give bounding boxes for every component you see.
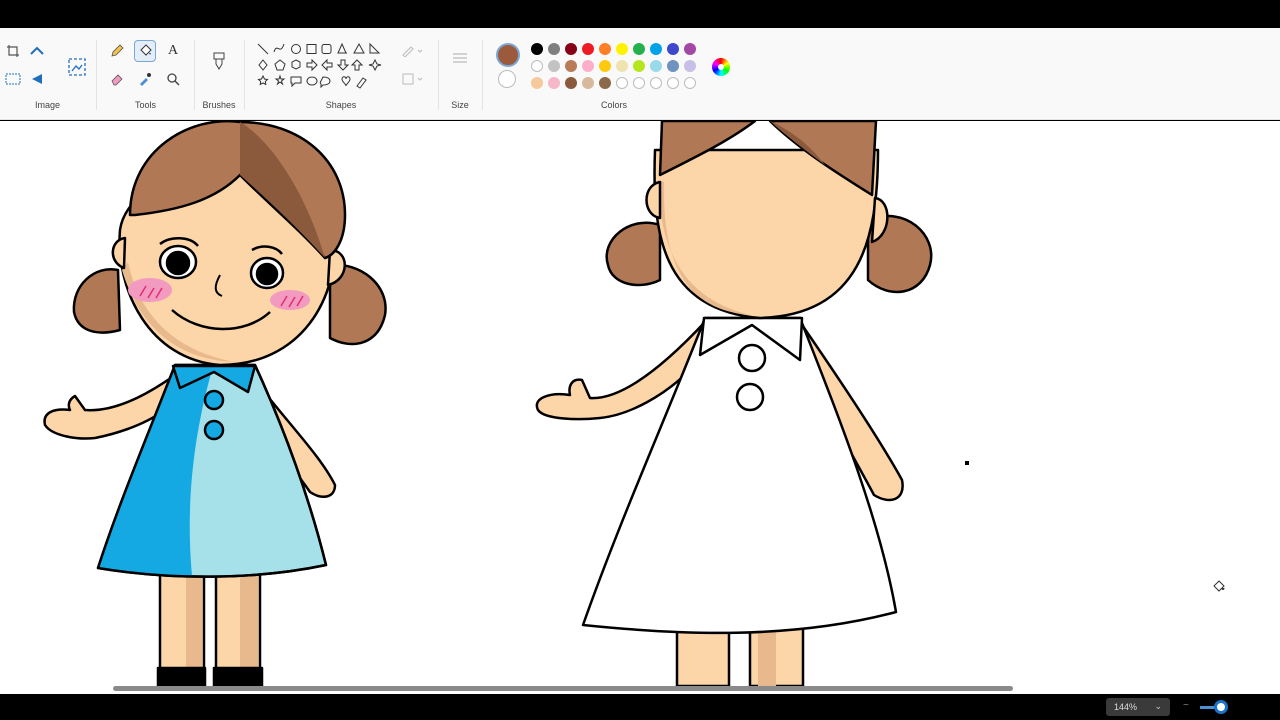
- zoom-level-dropdown[interactable]: 144% ⌄: [1106, 698, 1170, 716]
- tools-group: A Tools: [98, 28, 193, 120]
- palette-swatch[interactable]: [599, 77, 611, 89]
- crop-icon[interactable]: [2, 40, 24, 62]
- palette-swatch[interactable]: [582, 77, 594, 89]
- palette-swatch[interactable]: [667, 60, 679, 72]
- size-group: Size: [440, 28, 480, 120]
- chevron-down-icon: ⌄: [1154, 701, 1162, 711]
- palette-swatch[interactable]: [548, 77, 560, 89]
- palette-swatch[interactable]: [565, 60, 577, 72]
- palette-swatch[interactable]: [633, 43, 645, 55]
- canvas-artwork: [43, 121, 1225, 686]
- zoom-out-icon[interactable]: −: [1183, 700, 1189, 711]
- text-icon[interactable]: A: [162, 40, 184, 62]
- stray-dot: [965, 461, 969, 465]
- palette-swatch[interactable]: [667, 77, 679, 89]
- image-group: Image: [0, 28, 95, 120]
- palette-swatch[interactable]: [582, 43, 594, 55]
- palette-swatch[interactable]: [650, 43, 662, 55]
- eraser-icon[interactable]: [106, 68, 128, 90]
- palette-swatch[interactable]: [548, 43, 560, 55]
- color-picker-icon[interactable]: [134, 68, 156, 90]
- ribbon-toolbar: Image A Tools Brushes Shapes Size Colors: [0, 28, 1280, 120]
- brushes-group-label: Brushes: [202, 100, 236, 110]
- magnifier-icon[interactable]: [162, 68, 184, 90]
- outline-icon[interactable]: [398, 40, 428, 62]
- palette-swatch[interactable]: [565, 43, 577, 55]
- palette-swatch[interactable]: [684, 60, 696, 72]
- title-bar: [0, 0, 1280, 28]
- palette-swatch[interactable]: [667, 43, 679, 55]
- palette-swatch[interactable]: [616, 43, 628, 55]
- text-tool-glyph: A: [167, 43, 179, 58]
- separator: [96, 40, 97, 110]
- palette-swatch[interactable]: [531, 43, 543, 55]
- zoom-level-value: 144%: [1114, 702, 1138, 712]
- size-group-label: Size: [451, 100, 469, 110]
- pencil-icon[interactable]: [106, 40, 128, 62]
- fill-icon[interactable]: [398, 68, 428, 90]
- resize-icon[interactable]: [26, 40, 48, 62]
- palette-swatch[interactable]: [531, 60, 543, 72]
- rotate-icon[interactable]: [26, 68, 48, 90]
- palette-swatch[interactable]: [684, 77, 696, 89]
- drawing-canvas[interactable]: [0, 121, 1280, 686]
- uncolored-girl-drawing: [535, 121, 933, 686]
- image-select-icon[interactable]: [64, 54, 90, 80]
- palette-swatch[interactable]: [650, 60, 662, 72]
- tools-group-label: Tools: [134, 100, 156, 110]
- status-bar: [0, 694, 1280, 720]
- colors-group-label: Colors: [600, 100, 627, 110]
- shapes-gallery-icon[interactable]: [256, 42, 388, 96]
- colors-group: Colors: [484, 28, 744, 120]
- separator: [194, 40, 195, 110]
- palette-swatch[interactable]: [548, 60, 560, 72]
- shapes-group-label: Shapes: [325, 100, 357, 110]
- palette-swatch[interactable]: [616, 77, 628, 89]
- palette-swatch[interactable]: [633, 77, 645, 89]
- palette-swatch[interactable]: [650, 77, 662, 89]
- separator: [438, 40, 439, 110]
- shapes-group: Shapes: [246, 28, 436, 120]
- zoom-slider-handle[interactable]: [1214, 700, 1228, 714]
- palette-swatch[interactable]: [616, 60, 628, 72]
- brushes-group: Brushes: [196, 28, 242, 120]
- separator: [244, 40, 245, 110]
- palette-swatch[interactable]: [633, 60, 645, 72]
- colored-girl-drawing: [43, 121, 387, 686]
- palette-swatch[interactable]: [599, 43, 611, 55]
- brush-icon[interactable]: [206, 48, 232, 76]
- horizontal-scrollbar-thumb[interactable]: [113, 686, 1013, 691]
- palette-swatch[interactable]: [582, 60, 594, 72]
- palette-swatch[interactable]: [531, 77, 543, 89]
- separator: [482, 40, 483, 110]
- size-icon[interactable]: [449, 48, 471, 70]
- select-icon[interactable]: [2, 68, 24, 90]
- fill-cursor-icon: [1213, 580, 1225, 592]
- palette-swatch[interactable]: [599, 60, 611, 72]
- palette-swatch[interactable]: [684, 43, 696, 55]
- palette-swatch[interactable]: [565, 77, 577, 89]
- image-group-label: Image: [34, 100, 60, 110]
- fill-bucket-icon[interactable]: [134, 40, 156, 62]
